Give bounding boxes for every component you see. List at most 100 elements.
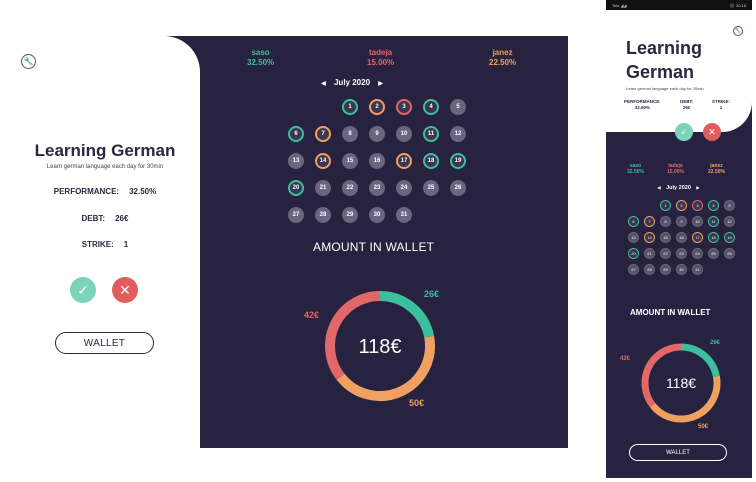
calendar-day[interactable]: 2 <box>369 99 385 115</box>
calendar-day[interactable]: 30 <box>369 207 385 223</box>
calendar-day[interactable]: 28 <box>315 207 331 223</box>
calendar-day[interactable]: 6 <box>628 216 639 227</box>
calendar-day[interactable]: 10 <box>692 216 703 227</box>
calendar-day[interactable]: 13 <box>288 153 304 169</box>
calendar-day[interactable]: 7 <box>315 126 331 142</box>
check-icon[interactable]: ✓ <box>70 277 96 303</box>
chevron-left-icon[interactable]: ◀ <box>658 185 661 190</box>
wallet-button[interactable]: WALLET <box>629 444 727 461</box>
segment-label-red: 42€ <box>304 310 320 320</box>
calendar-day[interactable]: 4 <box>423 99 439 115</box>
calendar-day[interactable]: 31 <box>396 207 412 223</box>
calendar-day[interactable]: 5 <box>724 200 735 211</box>
close-icon[interactable]: ✕ <box>112 277 138 303</box>
calendar-day[interactable]: 22 <box>342 180 358 196</box>
calendar-day[interactable]: 21 <box>315 180 331 196</box>
calendar-day[interactable]: 21 <box>644 248 655 259</box>
chevron-left-icon[interactable]: ◀ <box>321 81 326 87</box>
calendar-day[interactable]: 10 <box>396 126 412 142</box>
calendar-day[interactable]: 20 <box>628 248 639 259</box>
status-right: ⚫ 20:18 <box>729 2 746 8</box>
habit-title: Learning German <box>34 141 176 160</box>
calendar-day[interactable]: 18 <box>708 232 719 243</box>
calendar-day[interactable]: 13 <box>628 232 639 243</box>
strike-value: 1 <box>719 105 723 110</box>
debt-value: 26€ <box>115 214 129 223</box>
calendar-day[interactable]: 23 <box>369 180 385 196</box>
calendar-day[interactable]: 11 <box>708 216 719 227</box>
calendar-day[interactable]: 26 <box>450 180 466 196</box>
wallet-button[interactable]: WALLET <box>55 332 154 354</box>
calendar-day[interactable]: 8 <box>660 216 671 227</box>
performance-row: PERFORMANCE: 32.50% <box>10 187 200 196</box>
calendar-day[interactable]: 3 <box>396 99 412 115</box>
month-selector: ◀ July 2020 ▶ <box>306 78 398 87</box>
tablet-info-panel: 🔧 Learning German Learn german language … <box>10 36 200 448</box>
calendar-day[interactable]: 16 <box>369 153 385 169</box>
donut-segment-0 <box>379 291 435 338</box>
calendar-day[interactable]: 25 <box>423 180 439 196</box>
calendar-day[interactable]: 15 <box>660 232 671 243</box>
calendar-day[interactable]: 3 <box>692 200 703 211</box>
wrench-icon[interactable]: 🔧 <box>733 26 743 36</box>
chevron-right-icon[interactable]: ▶ <box>378 81 383 87</box>
calendar-day[interactable]: 31 <box>692 264 703 275</box>
calendar-day[interactable]: 14 <box>315 153 331 169</box>
calendar-day[interactable]: 16 <box>676 232 687 243</box>
calendar-day[interactable]: 22 <box>660 248 671 259</box>
wallet-donut-chart: 118€ <box>641 343 721 423</box>
performance-value: 32.50% <box>129 187 157 196</box>
segment-label-red: 42€ <box>620 356 631 362</box>
calendar-day[interactable]: 24 <box>692 248 703 259</box>
calendar-day[interactable]: 17 <box>396 153 412 169</box>
calendar-day[interactable]: 17 <box>692 232 703 243</box>
calendar-day[interactable]: 20 <box>288 180 304 196</box>
calendar-day[interactable]: 12 <box>450 126 466 142</box>
user-name: saso <box>251 48 270 57</box>
calendar-day[interactable]: 11 <box>423 126 439 142</box>
calendar-day[interactable]: 7 <box>644 216 655 227</box>
segment-label-orange: 50€ <box>698 424 709 430</box>
calendar-day[interactable]: 30 <box>676 264 687 275</box>
calendar-day[interactable]: 15 <box>342 153 358 169</box>
calendar-day[interactable]: 6 <box>288 126 304 142</box>
user-saso: saso 32.50% <box>627 163 644 175</box>
calendar-day[interactable]: 1 <box>660 200 671 211</box>
user-name: janez <box>492 48 513 57</box>
calendar-day[interactable]: 28 <box>644 264 655 275</box>
chevron-right-icon[interactable]: ▶ <box>696 185 699 190</box>
calendar-day[interactable]: 29 <box>660 264 671 275</box>
segment-label-green: 26€ <box>424 289 440 299</box>
calendar-day[interactable]: 27 <box>288 207 304 223</box>
user-janez: janez 22.50% <box>489 48 516 68</box>
check-icon[interactable]: ✓ <box>675 123 693 141</box>
user-percent: 15.00% <box>367 58 395 67</box>
debt-value: 26€ <box>682 105 691 110</box>
calendar-day[interactable]: 9 <box>676 216 687 227</box>
calendar-day[interactable]: 9 <box>369 126 385 142</box>
calendar-day[interactable]: 4 <box>708 200 719 211</box>
calendar-day[interactable]: 8 <box>342 126 358 142</box>
calendar-day[interactable]: 1 <box>342 99 358 115</box>
calendar-day[interactable]: 27 <box>628 264 639 275</box>
habit-subtitle: Learn german language each day for 30min <box>46 164 164 170</box>
calendar-day[interactable]: 5 <box>450 99 466 115</box>
performance-stat: PERFORMANCE: 32.50% <box>624 99 661 111</box>
calendar-day[interactable]: 23 <box>676 248 687 259</box>
performance-value: 32.50% <box>634 105 650 110</box>
calendar-day[interactable]: 24 <box>396 180 412 196</box>
calendar-day[interactable]: 14 <box>644 232 655 243</box>
calendar-day[interactable]: 29 <box>342 207 358 223</box>
calendar-day[interactable]: 12 <box>724 216 735 227</box>
close-icon[interactable]: ✕ <box>703 123 721 141</box>
calendar-day[interactable]: 2 <box>676 200 687 211</box>
calendar-day[interactable]: 19 <box>724 232 735 243</box>
calendar-day[interactable]: 26 <box>724 248 735 259</box>
wallet-total: 118€ <box>666 375 696 391</box>
calendar-day[interactable]: 25 <box>708 248 719 259</box>
strike-value: 1 <box>123 240 129 249</box>
wrench-icon[interactable]: 🔧 <box>21 54 36 69</box>
user-percent: 22.50% <box>708 169 725 175</box>
calendar-day[interactable]: 19 <box>450 153 466 169</box>
calendar-day[interactable]: 18 <box>423 153 439 169</box>
